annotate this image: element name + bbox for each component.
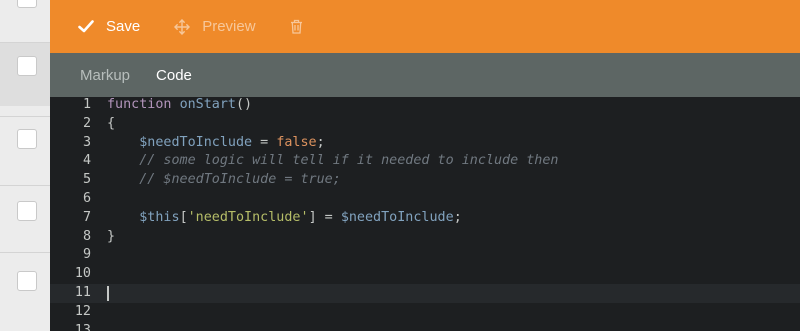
code-line[interactable]: 3 $needToInclude = false; xyxy=(50,134,800,153)
row-divider xyxy=(0,42,50,43)
line-number: 10 xyxy=(74,266,91,282)
code-line[interactable]: 2{ xyxy=(50,115,800,134)
code-text: { xyxy=(107,115,116,131)
line-number: 9 xyxy=(82,247,91,263)
code-line[interactable]: 8} xyxy=(50,228,800,247)
row-checkbox[interactable] xyxy=(17,56,37,76)
tab-markup[interactable]: Markup xyxy=(80,67,130,84)
code-text: $this['needToInclude'] = $needToInclude; xyxy=(139,209,462,225)
code-editor[interactable]: 1 function onStart() 2{3 $needToInclude = … xyxy=(50,97,800,331)
code-line[interactable]: 4 // some logic will tell if it needed t… xyxy=(50,152,800,171)
code-line[interactable]: 6 xyxy=(50,190,800,209)
text-cursor xyxy=(107,286,109,301)
editor-toolbar: Save Preview xyxy=(50,0,800,53)
line-number: 3 xyxy=(82,134,91,150)
save-label: Save xyxy=(106,18,141,35)
row-divider xyxy=(0,185,50,186)
code-text: $needToInclude = false; xyxy=(139,134,325,150)
code-line[interactable]: 5 // $needToInclude = true; xyxy=(50,171,800,190)
line-number: 6 xyxy=(82,191,91,206)
code-line[interactable]: 9 xyxy=(50,246,800,265)
code-line[interactable]: 11 xyxy=(50,284,800,303)
code-text: // $needToInclude = true; xyxy=(139,172,341,188)
line-number: 2 xyxy=(82,115,91,131)
code-text: function onStart() xyxy=(107,97,253,112)
check-icon xyxy=(78,20,94,33)
line-number: 4 xyxy=(82,153,91,169)
line-number: 1 xyxy=(82,97,91,112)
row-checkbox[interactable] xyxy=(17,201,37,221)
code-text: } xyxy=(107,228,116,244)
tab-code[interactable]: Code xyxy=(156,67,192,84)
code-line[interactable]: 10 xyxy=(50,265,800,284)
code-line[interactable]: 13 xyxy=(50,322,800,331)
code-text: // some logic will tell if it needed to … xyxy=(139,153,559,169)
save-button[interactable]: Save xyxy=(78,18,140,35)
move-icon xyxy=(174,18,190,35)
row-selector-column xyxy=(0,0,50,331)
code-line[interactable]: 12 xyxy=(50,303,800,322)
row-divider xyxy=(0,252,50,253)
line-number: 13 xyxy=(74,322,91,331)
code-line[interactable]: 7 $this['needToInclude'] = $needToInclud… xyxy=(50,209,800,228)
line-number: 5 xyxy=(82,172,91,188)
preview-label: Preview xyxy=(202,18,256,35)
line-number: 12 xyxy=(74,303,91,319)
line-number: 7 xyxy=(82,209,91,225)
delete-button[interactable] xyxy=(290,19,315,34)
line-number: 8 xyxy=(82,228,91,244)
preview-button[interactable]: Preview xyxy=(174,18,256,35)
line-number: 11 xyxy=(74,285,91,300)
code-line[interactable]: 1 function onStart() xyxy=(50,97,800,115)
row-checkbox[interactable] xyxy=(17,0,37,8)
row-divider xyxy=(0,116,50,117)
row-checkbox[interactable] xyxy=(17,129,37,149)
row-checkbox[interactable] xyxy=(17,271,37,291)
editor-tabs: Markup Code xyxy=(50,53,800,97)
trash-icon xyxy=(290,19,303,34)
